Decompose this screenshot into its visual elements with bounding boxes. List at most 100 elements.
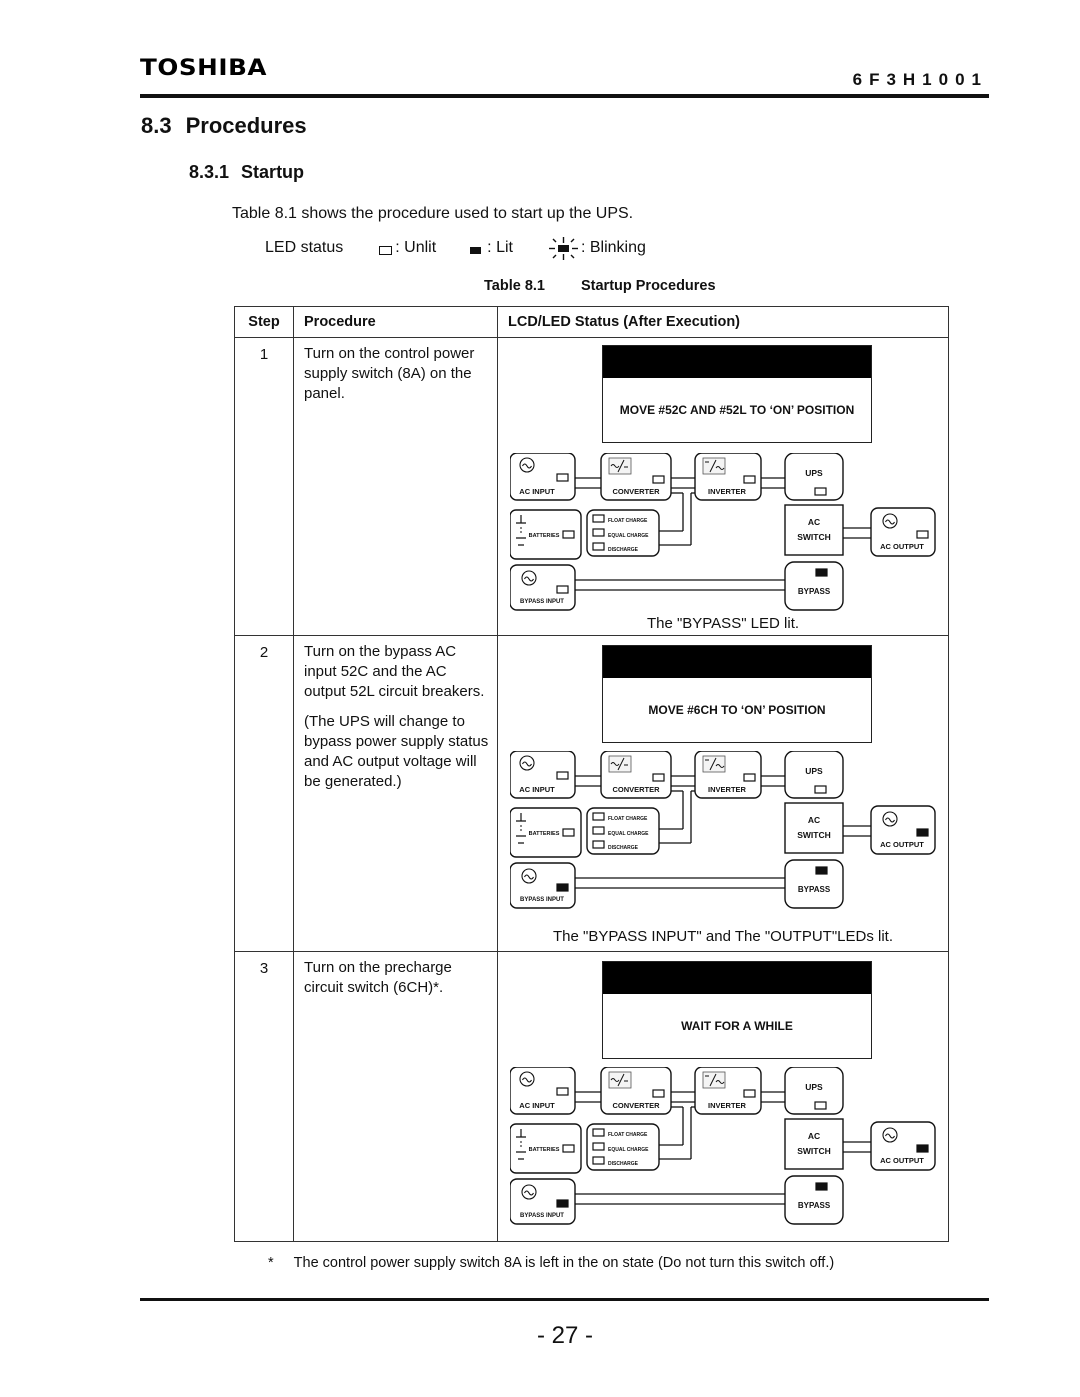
ac-input-label: AC INPUT xyxy=(519,785,555,794)
header-procedure: Procedure xyxy=(293,306,498,338)
legend-unlit: : Unlit xyxy=(379,239,436,257)
led-unlit-icon xyxy=(379,246,393,255)
discharge-label: DISCHARGE xyxy=(608,845,639,851)
bypass-input-led xyxy=(556,883,569,892)
bypass-block xyxy=(784,561,844,611)
legend-blinking: : Blinking xyxy=(547,236,646,260)
batteries-label: BATTERIES xyxy=(529,1147,560,1153)
ups-mimic-svg: AC INPUT CONVERTER INVERTER UPS BATTERIES FLO… xyxy=(509,750,936,909)
equal-charge-led xyxy=(592,1142,605,1151)
bypass-label: BYPASS xyxy=(798,885,831,894)
mimic-diagram: AC INPUT CONVERTER INVERTER UPS BATTERIES FLO… xyxy=(509,1066,940,1232)
step-number: 1 xyxy=(234,337,294,636)
bypass-input-label: BYPASS INPUT xyxy=(520,1213,564,1219)
lcd-display: WAIT FOR A WHILE xyxy=(602,961,872,1059)
ac-output-label: AC OUTPUT xyxy=(880,1156,924,1165)
lcd-top-bar xyxy=(603,346,871,378)
footer-rule xyxy=(140,1298,989,1301)
ac-input-led xyxy=(556,1087,569,1096)
discharge-label: DISCHARGE xyxy=(608,1161,639,1167)
subsection-number: 8.3.1 xyxy=(189,162,230,182)
dc-ac-icon xyxy=(702,755,726,773)
equal-charge-led xyxy=(592,528,605,537)
batteries-label: BATTERIES xyxy=(529,831,560,837)
ac-switch-label-1: AC xyxy=(808,815,820,825)
dc-ac-icon xyxy=(702,1071,726,1089)
ac-dc-icon xyxy=(608,1071,632,1089)
procedure-paragraph: Turn on the bypass AC input 52C and the … xyxy=(304,643,485,700)
sine-wave-icon xyxy=(521,570,537,586)
led-legend: LED status : Unlit : Lit : Blinking xyxy=(265,236,680,260)
table-caption-title: Startup Procedures xyxy=(580,278,716,294)
discharge-led xyxy=(592,542,605,551)
lcd-top-bar xyxy=(603,962,871,994)
procedure-text: Turn on the control power supply switch … xyxy=(293,337,498,636)
inverter-label: INVERTER xyxy=(708,785,747,794)
footnote-marker: * xyxy=(268,1255,274,1271)
converter-led xyxy=(652,1089,665,1098)
status-result: The "BYPASS" LED lit. xyxy=(646,615,800,632)
discharge-label: DISCHARGE xyxy=(608,547,639,553)
ac-output-label: AC OUTPUT xyxy=(880,840,924,849)
sine-wave-icon xyxy=(519,457,535,473)
sine-wave-icon xyxy=(519,1071,535,1087)
header-step: Step xyxy=(234,306,294,338)
document-number: 6F3H1001 xyxy=(852,70,988,89)
sine-wave-icon xyxy=(521,1184,537,1200)
bypass-label: BYPASS xyxy=(798,1201,831,1210)
status-cell: WAIT FOR A WHILE AC INPUT CONVERTER INVERT… xyxy=(497,951,949,1242)
inverter-label: INVERTER xyxy=(708,1101,747,1110)
float-charge-led xyxy=(592,1128,605,1137)
startup-procedures-table: Step Procedure LCD/LED Status (After Exe… xyxy=(234,306,949,1242)
float-charge-led xyxy=(592,812,605,821)
discharge-led xyxy=(592,1156,605,1165)
equal-charge-label: EQUAL CHARGE xyxy=(608,1147,649,1153)
step-number: 2 xyxy=(234,635,294,952)
lcd-message: WAIT FOR A WHILE xyxy=(681,1019,793,1033)
legend-lit-label: : Lit xyxy=(487,239,513,256)
lcd-display: MOVE #52C AND #52L TO ‘ON’ POSITION xyxy=(602,345,872,443)
ac-switch-block xyxy=(784,504,844,556)
section-heading: 8.3 Procedures xyxy=(141,113,307,139)
lcd-display: MOVE #6CH TO ‘ON’ POSITION xyxy=(602,645,872,743)
led-blinking-icon xyxy=(548,237,578,260)
ac-switch-label-2: SWITCH xyxy=(797,532,831,542)
section-number: 8.3 xyxy=(141,113,172,138)
step-number: 3 xyxy=(234,951,294,1242)
sine-wave-icon xyxy=(882,1127,898,1143)
bypass-led xyxy=(815,1182,828,1191)
procedure-text: Turn on the precharge circuit switch (6C… xyxy=(293,951,498,1242)
procedure-note: (The UPS will change to bypass power sup… xyxy=(304,713,489,790)
float-charge-label: FLOAT CHARGE xyxy=(608,1132,648,1138)
lcd-message: MOVE #52C AND #52L TO ‘ON’ POSITION xyxy=(619,403,855,417)
ac-output-led xyxy=(916,1144,929,1153)
ups-led xyxy=(814,1101,827,1110)
converter-led xyxy=(652,773,665,782)
ups-label: UPS xyxy=(805,1082,823,1092)
float-charge-label: FLOAT CHARGE xyxy=(608,816,648,822)
ac-dc-icon xyxy=(608,755,632,773)
status-cell: MOVE #6CH TO ‘ON’ POSITION AC INPUT CONVE… xyxy=(497,635,949,952)
float-charge-led xyxy=(592,514,605,523)
ups-label: UPS xyxy=(805,766,823,776)
batteries-led xyxy=(562,828,575,837)
inverter-led xyxy=(743,1089,756,1098)
bypass-input-led xyxy=(556,1199,569,1208)
converter-label: CONVERTER xyxy=(612,487,660,496)
procedure-paragraph: Turn on the precharge circuit switch (6C… xyxy=(304,959,452,996)
ac-output-label: AC OUTPUT xyxy=(880,542,924,551)
ac-output-led xyxy=(916,530,929,539)
status-cell: MOVE #52C AND #52L TO ‘ON’ POSITION AC I… xyxy=(497,337,949,636)
section-title: Procedures xyxy=(185,113,307,138)
ac-switch-block xyxy=(784,802,844,854)
ac-switch-block xyxy=(784,1118,844,1170)
ac-input-led xyxy=(556,473,569,482)
ups-led xyxy=(814,785,827,794)
inverter-led xyxy=(743,475,756,484)
ac-switch-label-2: SWITCH xyxy=(797,830,831,840)
bypass-led xyxy=(815,866,828,875)
ups-label: UPS xyxy=(805,468,823,478)
sine-wave-icon xyxy=(519,755,535,771)
sine-wave-icon xyxy=(882,811,898,827)
dc-ac-icon xyxy=(702,457,726,475)
